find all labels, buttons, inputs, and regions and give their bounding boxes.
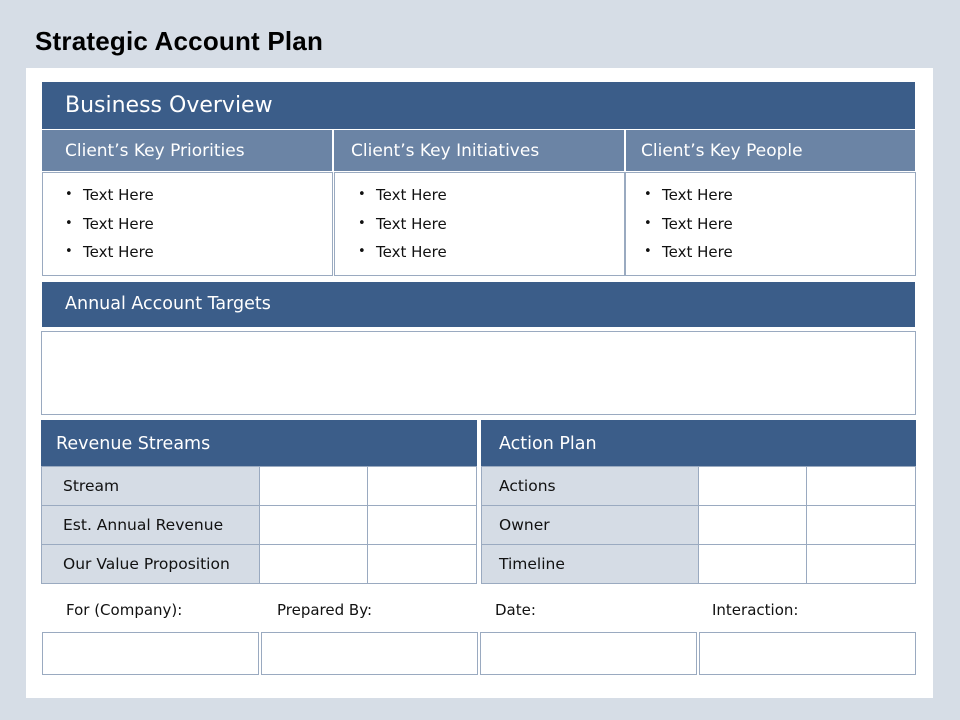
priorities-box[interactable]: Text Here Text Here Text Here	[42, 172, 333, 276]
company-field[interactable]	[42, 632, 259, 675]
list-item: Text Here	[65, 210, 154, 239]
prepared-by-field[interactable]	[261, 632, 478, 675]
business-overview-header: Business Overview	[42, 82, 915, 129]
list-item: Text Here	[358, 210, 447, 239]
table-cell[interactable]	[367, 466, 477, 506]
table-row: Our Value Proposition	[41, 544, 477, 584]
table-row: Owner	[481, 505, 916, 545]
initiatives-box[interactable]: Text Here Text Here Text Here	[334, 172, 625, 276]
action-plan-header: Action Plan	[481, 420, 916, 466]
company-label: For (Company):	[66, 601, 183, 619]
revenue-streams-table: Stream Est. Annual Revenue Our Value Pro…	[41, 466, 477, 584]
people-list: Text Here Text Here Text Here	[644, 181, 733, 267]
priorities-subheader: Client’s Key Priorities	[42, 130, 332, 171]
action-plan-table: Actions Owner Timeline	[481, 466, 916, 584]
table-cell[interactable]	[367, 544, 477, 584]
row-label: Stream	[41, 466, 260, 506]
row-label: Owner	[481, 505, 699, 545]
annual-targets-title: Annual Account Targets	[65, 294, 271, 314]
table-cell[interactable]	[697, 505, 808, 545]
revenue-streams-header: Revenue Streams	[41, 420, 477, 466]
table-cell[interactable]	[697, 466, 808, 506]
row-label: Our Value Proposition	[41, 544, 260, 584]
action-plan-title: Action Plan	[499, 434, 597, 454]
table-row: Stream	[41, 466, 477, 506]
table-row: Timeline	[481, 544, 916, 584]
table-cell[interactable]	[367, 505, 477, 545]
people-label: Client’s Key People	[641, 141, 803, 161]
priorities-label: Client’s Key Priorities	[65, 141, 245, 161]
prepared-by-label: Prepared By:	[277, 601, 373, 619]
people-subheader: Client’s Key People	[626, 130, 915, 171]
list-item: Text Here	[644, 210, 733, 239]
interaction-field[interactable]	[699, 632, 916, 675]
list-item: Text Here	[65, 181, 154, 210]
list-item: Text Here	[358, 238, 447, 267]
list-item: Text Here	[358, 181, 447, 210]
revenue-streams-title: Revenue Streams	[56, 434, 211, 454]
table-cell[interactable]	[806, 544, 916, 584]
row-label: Actions	[481, 466, 699, 506]
table-cell[interactable]	[258, 544, 369, 584]
initiatives-list: Text Here Text Here Text Here	[358, 181, 447, 267]
table-row: Est. Annual Revenue	[41, 505, 477, 545]
initiatives-label: Client’s Key Initiatives	[351, 141, 540, 161]
table-cell[interactable]	[258, 466, 369, 506]
people-box[interactable]: Text Here Text Here Text Here	[625, 172, 916, 276]
table-cell[interactable]	[806, 466, 916, 506]
business-overview-title: Business Overview	[65, 93, 273, 118]
interaction-label: Interaction:	[712, 601, 799, 619]
table-cell[interactable]	[697, 544, 808, 584]
annual-targets-header: Annual Account Targets	[42, 282, 915, 327]
list-item: Text Here	[65, 238, 154, 267]
list-item: Text Here	[644, 238, 733, 267]
date-label: Date:	[495, 601, 536, 619]
list-item: Text Here	[644, 181, 733, 210]
row-label: Est. Annual Revenue	[41, 505, 260, 545]
priorities-list: Text Here Text Here Text Here	[65, 181, 154, 267]
date-field[interactable]	[480, 632, 697, 675]
row-label: Timeline	[481, 544, 699, 584]
table-cell[interactable]	[258, 505, 369, 545]
annual-targets-box[interactable]	[41, 331, 916, 415]
page-title: Strategic Account Plan	[35, 26, 324, 56]
initiatives-subheader: Client’s Key Initiatives	[334, 130, 624, 171]
table-cell[interactable]	[806, 505, 916, 545]
table-row: Actions	[481, 466, 916, 506]
